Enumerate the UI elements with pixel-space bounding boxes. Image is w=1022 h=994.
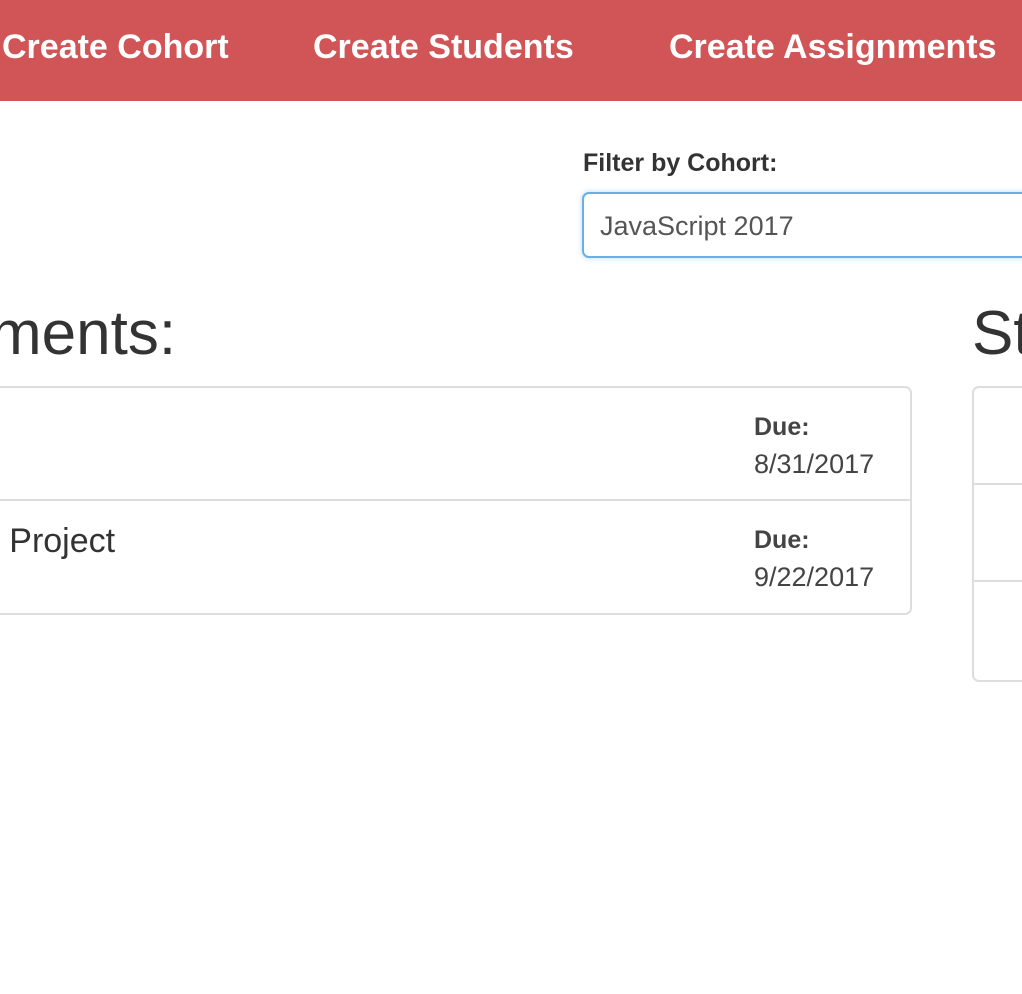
filter-cohort-label: Filter by Cohort: bbox=[583, 149, 778, 177]
nav-create-assignments[interactable]: Create Assignments bbox=[669, 27, 997, 67]
due-label: Due: bbox=[754, 413, 810, 441]
student-list-item[interactable] bbox=[974, 485, 1022, 582]
students-heading: St bbox=[972, 299, 1022, 368]
student-list-item[interactable] bbox=[974, 582, 1022, 679]
cohort-filter-select[interactable]: JavaScript 2017 bbox=[582, 192, 1022, 258]
due-date: 8/31/2017 bbox=[754, 449, 875, 479]
cohort-filter-selected-value: JavaScript 2017 bbox=[600, 211, 794, 241]
due-label: Due: bbox=[754, 526, 810, 554]
nav-create-cohort[interactable]: Create Cohort bbox=[2, 27, 229, 67]
student-list bbox=[972, 386, 1022, 682]
assignments-heading: ments: bbox=[0, 299, 177, 368]
page: Create Cohort Create Students Create Ass… bbox=[0, 0, 1022, 994]
assignment-name: ne Project bbox=[0, 522, 116, 560]
student-list-item[interactable] bbox=[974, 388, 1022, 485]
assignment-list: pp Due: 8/31/2017 ne Project Due: 9/22/2… bbox=[0, 386, 912, 615]
nav-create-students[interactable]: Create Students bbox=[313, 27, 574, 67]
assignment-list-item[interactable]: ne Project Due: 9/22/2017 bbox=[0, 501, 910, 614]
due-date: 9/22/2017 bbox=[754, 562, 875, 592]
assignment-list-item[interactable]: pp Due: 8/31/2017 bbox=[0, 388, 910, 501]
top-navbar: Create Cohort Create Students Create Ass… bbox=[0, 0, 1022, 101]
